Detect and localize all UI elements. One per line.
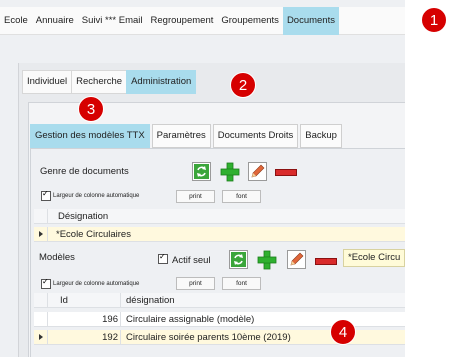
annotation-badge-3: 3 — [78, 96, 104, 122]
designation-column-header[interactable]: désignation — [126, 293, 175, 308]
row-selector-icon — [39, 231, 43, 237]
add-icon[interactable] — [257, 250, 277, 270]
auto-width-label: Largeur de colonne automatique — [53, 193, 140, 199]
id-column-header[interactable]: Id — [60, 293, 68, 308]
tab-administration[interactable]: Administration — [126, 70, 197, 94]
id-cell: 196 — [102, 314, 118, 325]
top-navigation: Ecole Annuaire Suivi *** Email Regroupem… — [0, 6, 405, 35]
tab-backup[interactable]: Backup — [300, 124, 342, 148]
tab-documents-droits[interactable]: Documents Droits — [212, 124, 299, 148]
designation-column-header[interactable]: Désignation — [58, 209, 108, 224]
annotation-badge-1: 1 — [421, 7, 447, 33]
tab-annuaire[interactable]: Annuaire — [32, 7, 78, 35]
modeles-header-row: Id désignation — [34, 293, 405, 308]
actif-seul-checkbox[interactable] — [158, 252, 168, 267]
annotation-badge-4: 4 — [330, 319, 356, 345]
delete-icon[interactable] — [275, 169, 297, 176]
table-row[interactable]: *Ecole Circulaires — [34, 227, 405, 242]
sub-navigation: Individuel Recherche Administration — [22, 70, 197, 94]
pencil-icon[interactable] — [287, 250, 306, 269]
refresh-icon[interactable] — [192, 162, 211, 181]
add-icon[interactable] — [220, 162, 240, 182]
annotation-badge-2: 2 — [230, 72, 256, 98]
tab-ecole[interactable]: Ecole — [0, 7, 32, 35]
modeles-title: Modèles — [39, 252, 75, 263]
tab-groupements[interactable]: Groupements — [217, 7, 283, 35]
tab-gestion-modeles[interactable]: Gestion des modèles TTX — [30, 124, 150, 148]
print-button[interactable]: print — [176, 277, 215, 290]
auto-width-checkbox[interactable] — [41, 189, 51, 204]
genre-header-row: Désignation — [34, 209, 405, 224]
tab-individuel[interactable]: Individuel — [22, 70, 73, 94]
genre-documents-title: Genre de documents — [40, 166, 129, 177]
tab-regroupement[interactable]: Regroupement — [147, 7, 218, 35]
auto-width-checkbox[interactable] — [41, 277, 51, 292]
tab-documents[interactable]: Documents — [282, 6, 339, 35]
font-button[interactable]: font — [222, 277, 261, 290]
font-button[interactable]: font — [222, 190, 261, 203]
tab-suivi-email[interactable]: Suivi *** Email — [78, 7, 147, 35]
tab-recherche[interactable]: Recherche — [71, 70, 128, 94]
refresh-icon[interactable] — [229, 250, 248, 269]
auto-width-label: Largeur de colonne automatique — [53, 281, 140, 287]
designation-cell: Circulaire soirée parents 10ème (2019) — [126, 332, 291, 343]
genre-filter-field[interactable]: *Ecole Circu — [343, 249, 405, 267]
pencil-icon[interactable] — [248, 162, 267, 181]
designation-cell: *Ecole Circulaires — [56, 229, 131, 240]
designation-cell: Circulaire assignable (modèle) — [126, 314, 255, 325]
id-cell: 192 — [102, 332, 118, 343]
delete-icon[interactable] — [315, 258, 337, 265]
row-selector-icon — [39, 334, 43, 340]
print-button[interactable]: print — [176, 190, 215, 203]
actif-seul-label: Actif seul — [172, 255, 211, 266]
administration-tabs: Gestion des modèles TTX Paramètres Docum… — [30, 124, 344, 148]
tab-parametres[interactable]: Paramètres — [151, 124, 211, 148]
